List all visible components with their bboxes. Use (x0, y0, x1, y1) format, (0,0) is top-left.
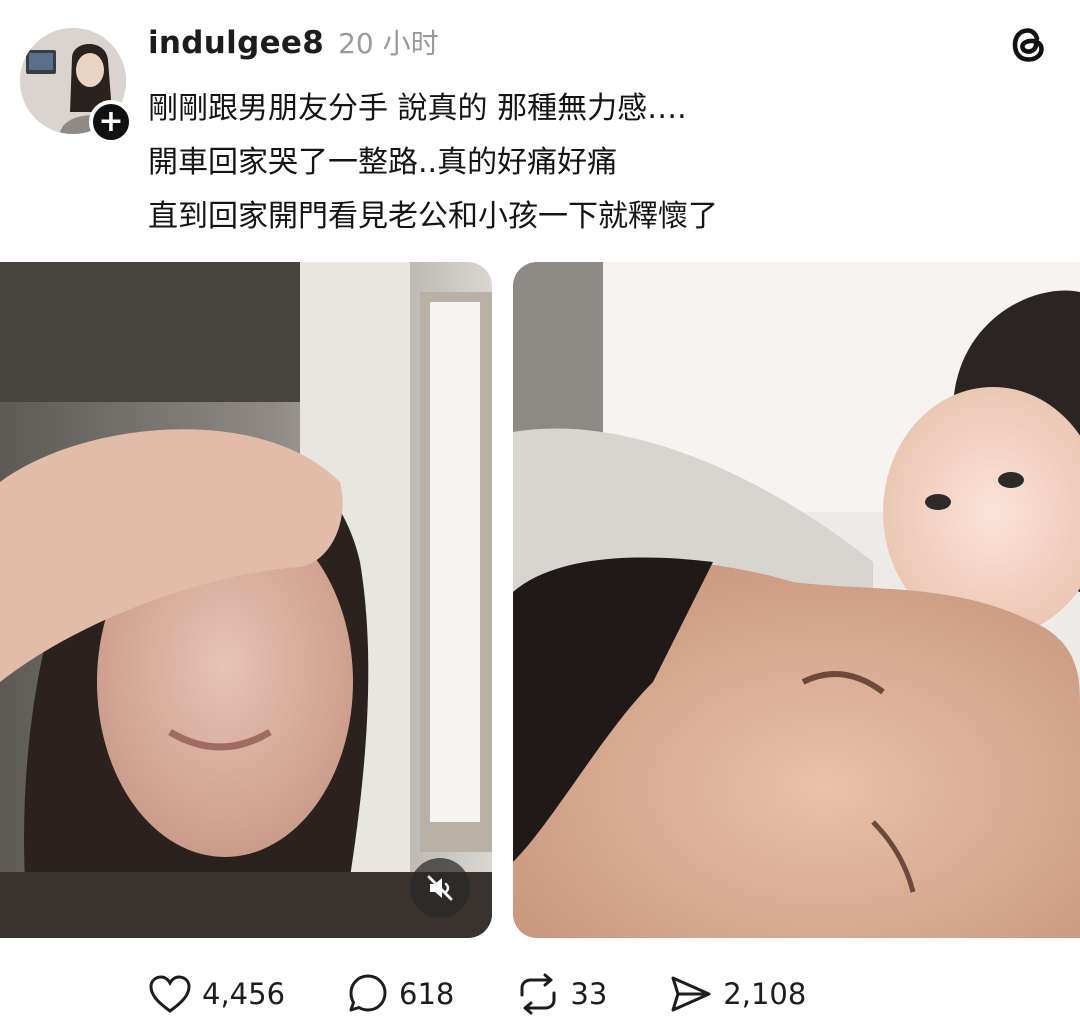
repost-count: 33 (570, 977, 608, 1011)
follow-button[interactable]: + (89, 100, 133, 144)
threads-logo-icon[interactable] (1006, 22, 1052, 68)
reply-count: 618 (399, 977, 455, 1011)
post-text-line: 直到回家開門看見老公和小孩一下就釋懷了 (148, 199, 718, 234)
repost-icon (520, 973, 556, 1015)
media-video[interactable] (0, 262, 492, 938)
speaker-muted-icon (427, 875, 453, 901)
share-count: 2,108 (723, 977, 807, 1011)
heart-icon (149, 975, 191, 1013)
username[interactable]: indulgee8 (148, 25, 324, 61)
timestamp[interactable]: 20 小时 (338, 22, 439, 62)
media-photo[interactable] (513, 262, 1080, 938)
reply-button[interactable]: 618 (347, 973, 454, 1015)
post-text-line: 剛剛跟男朋友分手 說真的 那種無力感…. (148, 91, 687, 126)
plus-icon: + (98, 104, 124, 139)
like-button[interactable]: 4,456 (148, 974, 285, 1014)
mute-toggle-button[interactable] (410, 858, 470, 918)
post-body: 剛剛跟男朋友分手 說真的 那種無力感…. 開車回家哭了一整路..真的好痛好痛 直… (148, 82, 1028, 244)
post-text-line: 開車回家哭了一整路..真的好痛好痛 (148, 145, 618, 180)
repost-button[interactable]: 33 (516, 973, 607, 1015)
send-icon (671, 976, 711, 1012)
share-button[interactable]: 2,108 (669, 973, 806, 1015)
action-bar: 4,456 618 33 2,108 (148, 972, 868, 1016)
comment-icon (349, 974, 387, 1012)
like-count: 4,456 (202, 977, 286, 1011)
post-header: indulgee8 20 小时 (148, 22, 439, 62)
